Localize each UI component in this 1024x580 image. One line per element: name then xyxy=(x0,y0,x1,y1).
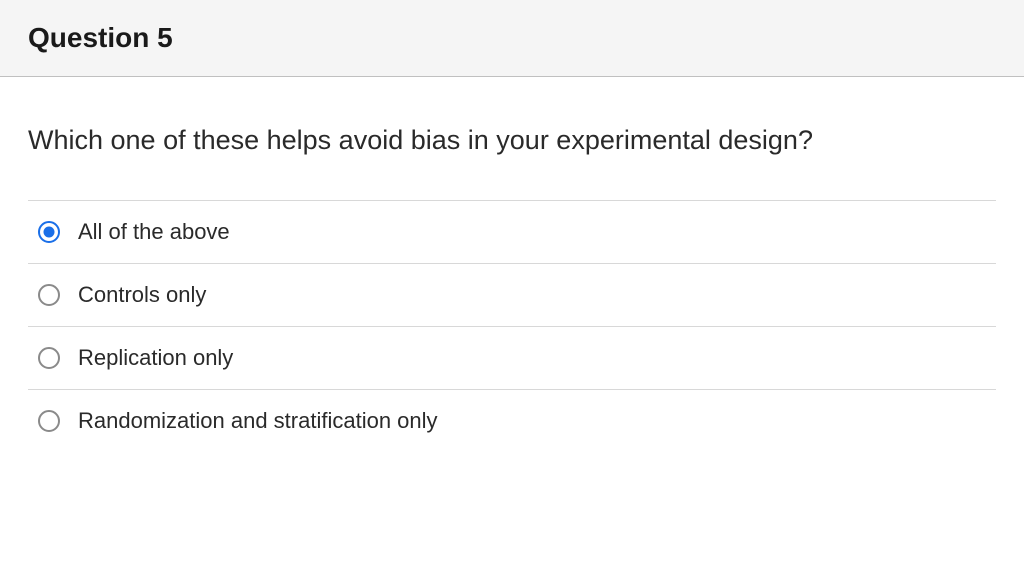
option-row[interactable]: Controls only xyxy=(28,264,996,327)
option-row[interactable]: Randomization and stratification only xyxy=(28,390,996,452)
option-row[interactable]: All of the above xyxy=(28,201,996,264)
question-body: Which one of these helps avoid bias in y… xyxy=(0,77,1024,452)
option-label: All of the above xyxy=(78,219,230,245)
radio-icon[interactable] xyxy=(38,284,60,306)
question-text: Which one of these helps avoid bias in y… xyxy=(28,125,996,156)
radio-icon[interactable] xyxy=(38,410,60,432)
option-row[interactable]: Replication only xyxy=(28,327,996,390)
radio-icon[interactable] xyxy=(38,347,60,369)
question-header: Question 5 xyxy=(0,0,1024,77)
option-label: Controls only xyxy=(78,282,206,308)
radio-icon[interactable] xyxy=(38,221,60,243)
option-label: Replication only xyxy=(78,345,233,371)
options-list: All of the above Controls only Replicati… xyxy=(28,200,996,452)
option-label: Randomization and stratification only xyxy=(78,408,438,434)
question-title: Question 5 xyxy=(28,22,996,54)
